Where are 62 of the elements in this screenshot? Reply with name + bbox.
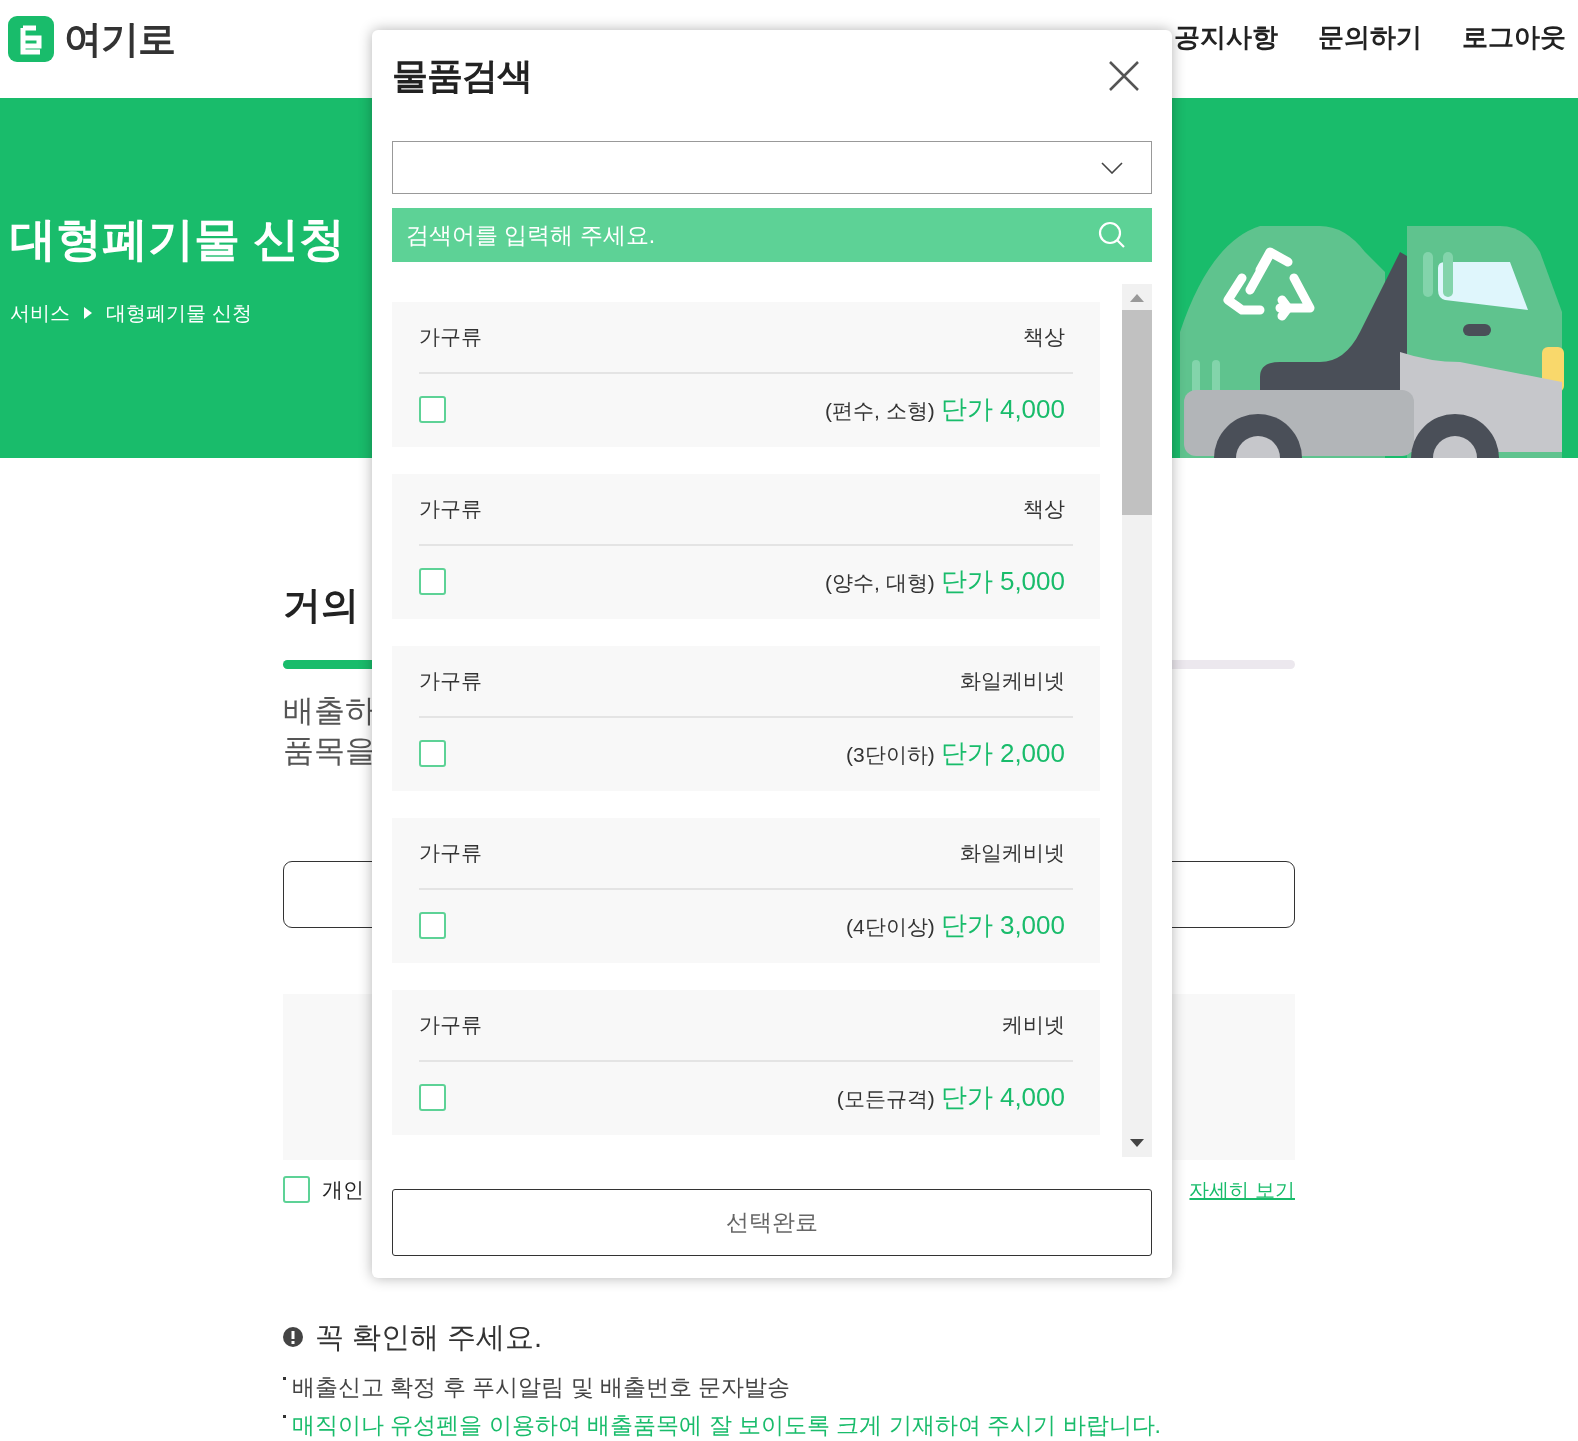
logo-text: 여기로 — [64, 20, 176, 58]
item-category: 가구류 — [419, 668, 482, 695]
search-input[interactable]: 검색어를 입력해 주세요. — [406, 217, 1098, 253]
item-name: 케비넷 — [1002, 1012, 1066, 1039]
logo-icon — [8, 16, 54, 62]
alert-icon — [283, 1327, 303, 1348]
checkbox[interactable] — [419, 739, 446, 767]
item-card[interactable]: 가구류 책상 (편수, 소형) 단가 4,000 — [392, 302, 1100, 447]
nav-link[interactable]: 공지사항 — [1174, 18, 1278, 57]
scrollbar-thumb[interactable] — [1122, 310, 1152, 515]
section-heading: 거의 — [283, 586, 360, 624]
item-price: 단가 4,000 — [940, 1080, 1065, 1114]
item-spec: (편수, 소형) — [825, 397, 935, 424]
bullet-icon — [283, 1415, 286, 1418]
checkbox[interactable] — [419, 395, 446, 423]
intro-text: 품목을 — [283, 732, 376, 770]
breadcrumb-item: 대형폐기물 신청 — [106, 301, 252, 326]
close-icon[interactable] — [1108, 60, 1140, 92]
search-icon[interactable] — [1098, 221, 1126, 249]
recycle-icon — [1223, 247, 1315, 321]
confirm-button[interactable]: 선택완료 — [392, 1189, 1152, 1256]
checkbox[interactable] — [419, 911, 446, 939]
item-price: 단가 4,000 — [940, 392, 1065, 426]
notice-line: 매직이나 유성펜을 이용하여 배출품목에 잘 보이도록 크게 기재하여 주시기 바랍니다. — [292, 1411, 1161, 1440]
scroll-down-icon[interactable] — [1130, 1139, 1144, 1147]
scrollbar[interactable] — [1122, 284, 1152, 1157]
item-spec: (모든규격) — [836, 1085, 935, 1112]
category-select[interactable] — [392, 141, 1152, 194]
chevron-down-icon — [1101, 161, 1123, 174]
item-card[interactable]: 가구류 책상 (양수, 대형) 단가 5,000 — [392, 474, 1100, 619]
checkbox[interactable] — [419, 567, 446, 595]
item-card[interactable]: 가구류 화일케비넷 (4단이상) 단가 3,000 — [392, 818, 1100, 963]
item-price: 단가 3,000 — [940, 908, 1065, 942]
nav-link[interactable]: 로그아웃 — [1462, 18, 1566, 57]
consent-label: 개인 — [322, 1177, 364, 1203]
item-category: 가구류 — [419, 324, 482, 351]
item-category: 가구류 — [419, 840, 482, 867]
intro-text: 배출하 — [283, 692, 376, 730]
item-spec: (3단이하) — [846, 741, 935, 768]
item-card[interactable]: 가구류 화일케비넷 (3단이하) 단가 2,000 — [392, 646, 1100, 791]
item-name: 책상 — [1023, 496, 1066, 523]
checkbox[interactable] — [283, 1176, 310, 1204]
item-name: 화일케비넷 — [960, 840, 1066, 867]
scroll-up-icon[interactable] — [1130, 294, 1144, 302]
search-field[interactable]: 검색어를 입력해 주세요. — [392, 208, 1152, 262]
item-spec: (양수, 대형) — [825, 569, 935, 596]
checkbox[interactable] — [419, 1083, 446, 1111]
item-name: 책상 — [1023, 324, 1066, 351]
item-price: 단가 2,000 — [940, 736, 1065, 770]
item-spec: (4단이상) — [846, 913, 935, 940]
notice-line: 배출신고 확정 후 푸시알림 및 배출번호 문자발송 — [292, 1373, 791, 1402]
modal-title: 물품검색 — [392, 54, 533, 98]
bullet-icon — [283, 1377, 286, 1380]
caret-right-icon — [84, 307, 92, 319]
hero-title: 대형폐기물 신청 — [10, 216, 345, 262]
item-category: 가구류 — [419, 496, 482, 523]
nav-link[interactable]: 문의하기 — [1318, 18, 1422, 57]
notice-title: 꼭 확인해 주세요. — [315, 1319, 543, 1355]
item-name: 화일케비넷 — [960, 668, 1066, 695]
item-category: 가구류 — [419, 1012, 482, 1039]
item-card[interactable]: 가구류 케비넷 (모든규격) 단가 4,000 — [392, 990, 1100, 1135]
item-price: 단가 5,000 — [940, 564, 1065, 598]
